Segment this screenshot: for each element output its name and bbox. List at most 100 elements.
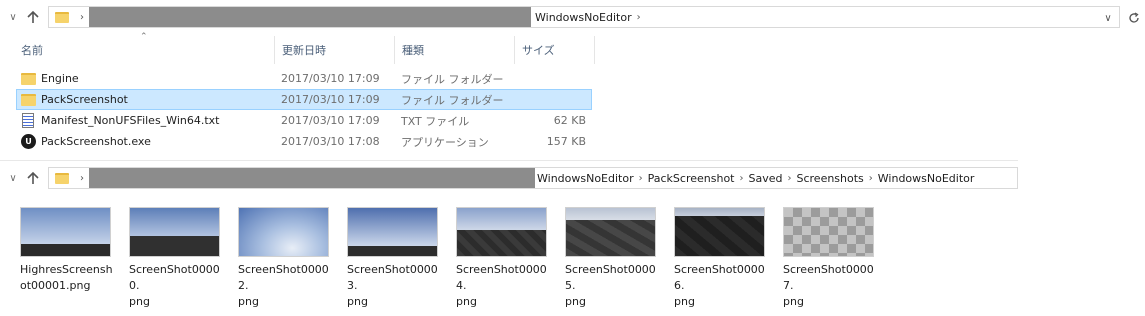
- up-arrow-icon[interactable]: [22, 6, 44, 28]
- file-row-packscreenshot[interactable]: PackScreenshot 2017/03/10 17:09 ファイル フォル…: [16, 89, 592, 110]
- bottom-address-bar[interactable]: › WindowsNoEditor › PackScreenshot › Sav…: [48, 167, 1018, 189]
- thumbnail-label: ScreenShot00002. png: [238, 262, 334, 310]
- file-name: Manifest_NonUFSFiles_Win64.txt: [41, 114, 220, 127]
- column-divider[interactable]: [594, 36, 595, 64]
- thumbnail-label-line1: ScreenShot00005.: [565, 263, 656, 292]
- column-divider[interactable]: [514, 36, 515, 64]
- folder-icon: [55, 11, 69, 23]
- thumbnail-label: ScreenShot00005. png: [565, 262, 661, 310]
- column-header-size[interactable]: サイズ: [522, 38, 592, 62]
- file-modified: 2017/03/10 17:09: [281, 114, 380, 127]
- breadcrumb-windowsnoeditor-2[interactable]: WindowsNoEditor: [878, 172, 975, 185]
- breadcrumb-packscreenshot[interactable]: PackScreenshot: [648, 172, 735, 185]
- thumbnail-item[interactable]: ScreenShot00006. png: [674, 207, 770, 310]
- refresh-icon[interactable]: [1126, 7, 1142, 29]
- file-size: 62 KB: [553, 114, 586, 127]
- thumbnail-label: ScreenShot00000. png: [129, 262, 225, 310]
- thumbnail-label-line2: png: [674, 295, 695, 308]
- folder-icon: [55, 172, 69, 184]
- redacted-path: [89, 168, 535, 188]
- thumbnail-label: HighresScreensh ot00001.png: [20, 262, 116, 294]
- file-row-engine[interactable]: Engine 2017/03/10 17:09 ファイル フォルダー: [16, 68, 592, 89]
- text-file-icon: [22, 113, 34, 128]
- thumbnail-label-line1: ScreenShot00004.: [456, 263, 547, 292]
- thumbnail-label-line2: png: [565, 295, 586, 308]
- file-modified: 2017/03/10 17:09: [281, 72, 380, 85]
- thumbnail-image: [783, 207, 874, 257]
- file-name: Engine: [41, 72, 79, 85]
- thumbnail-label-line1: ScreenShot00002.: [238, 263, 329, 292]
- file-row-manifest[interactable]: Manifest_NonUFSFiles_Win64.txt 2017/03/1…: [16, 110, 592, 131]
- file-row-exe[interactable]: U PackScreenshot.exe 2017/03/10 17:08 アプ…: [16, 131, 592, 152]
- breadcrumb-windowsnoeditor[interactable]: WindowsNoEditor: [535, 11, 632, 24]
- thumbnail-item[interactable]: ScreenShot00007. png: [783, 207, 879, 310]
- breadcrumb-separator-icon[interactable]: ›: [80, 12, 84, 23]
- unreal-app-icon: U: [21, 134, 36, 149]
- top-address-row: ∨: [4, 6, 44, 28]
- thumbnail-item[interactable]: HighresScreensh ot00001.png: [20, 207, 116, 294]
- file-type: TXT ファイル: [401, 114, 470, 128]
- thumbnail-label-line1: ScreenShot00007.: [783, 263, 874, 292]
- column-header-modified[interactable]: 更新日時: [282, 38, 392, 62]
- thumbnail-label-line1: ScreenShot00006.: [674, 263, 765, 292]
- file-type: ファイル フォルダー: [401, 72, 504, 86]
- file-name: PackScreenshot: [41, 93, 128, 106]
- thumbnail-label-line2: png: [783, 295, 804, 308]
- breadcrumb-separator-icon[interactable]: ›: [639, 173, 643, 184]
- file-type: アプリケーション: [401, 135, 489, 149]
- column-divider[interactable]: [274, 36, 275, 64]
- thumbnail-item[interactable]: ScreenShot00000. png: [129, 207, 225, 310]
- file-modified: 2017/03/10 17:09: [281, 93, 380, 106]
- thumbnail-image: [238, 207, 329, 257]
- file-modified: 2017/03/10 17:08: [281, 135, 380, 148]
- file-size: 157 KB: [546, 135, 586, 148]
- thumbnail-image: [456, 207, 547, 257]
- thumbnail-image: [565, 207, 656, 257]
- thumbnail-item[interactable]: ScreenShot00004. png: [456, 207, 552, 310]
- breadcrumb-saved[interactable]: Saved: [749, 172, 783, 185]
- thumbnail-label-line1: ScreenShot00003.: [347, 263, 438, 292]
- breadcrumb-separator-icon[interactable]: ›: [637, 12, 641, 23]
- thumbnail-item[interactable]: ScreenShot00003. png: [347, 207, 443, 310]
- file-name: PackScreenshot.exe: [41, 135, 151, 148]
- breadcrumb-separator-icon[interactable]: ›: [80, 173, 84, 184]
- column-modified-label: 更新日時: [282, 44, 326, 57]
- thumbnail-label-line1: ScreenShot00000.: [129, 263, 220, 292]
- up-arrow-icon[interactable]: [22, 167, 44, 189]
- column-divider[interactable]: [394, 36, 395, 64]
- recent-locations-chevron-icon[interactable]: ∨: [4, 6, 22, 28]
- thumbnail-label-line2: png: [347, 295, 368, 308]
- thumbnail-item[interactable]: ScreenShot00002. png: [238, 207, 334, 310]
- pane-divider: [0, 160, 1018, 161]
- top-address-bar[interactable]: › WindowsNoEditor › ∨: [48, 6, 1120, 28]
- file-type: ファイル フォルダー: [401, 93, 504, 107]
- column-type-label: 種類: [402, 44, 424, 57]
- breadcrumb-windowsnoeditor[interactable]: WindowsNoEditor: [537, 172, 634, 185]
- thumbnail-image: [674, 207, 765, 257]
- column-name-label: 名前: [21, 44, 43, 57]
- redacted-path: [89, 7, 531, 27]
- thumbnail-label-line2: png: [456, 295, 477, 308]
- folder-icon: [21, 93, 36, 106]
- breadcrumb-separator-icon[interactable]: ›: [787, 173, 791, 184]
- thumbnail-label-line1: HighresScreensh: [20, 263, 113, 276]
- breadcrumb-separator-icon[interactable]: ›: [869, 173, 873, 184]
- thumbnail-image: [20, 207, 111, 257]
- thumbnail-image: [347, 207, 438, 257]
- thumbnail-label: ScreenShot00004. png: [456, 262, 552, 310]
- bottom-address-row: ∨: [4, 167, 44, 189]
- column-header-name[interactable]: 名前: [21, 38, 271, 62]
- breadcrumb-screenshots[interactable]: Screenshots: [796, 172, 863, 185]
- breadcrumb-separator-icon[interactable]: ›: [740, 173, 744, 184]
- column-header-type[interactable]: 種類: [402, 38, 512, 62]
- thumbnail-label: ScreenShot00007. png: [783, 262, 879, 310]
- thumbnail-label: ScreenShot00003. png: [347, 262, 443, 310]
- address-dropdown-icon[interactable]: ∨: [1101, 7, 1115, 29]
- thumbnail-item[interactable]: ScreenShot00005. png: [565, 207, 661, 310]
- thumbnail-label: ScreenShot00006. png: [674, 262, 770, 310]
- folder-icon: [21, 72, 36, 85]
- thumbnail-label-line2: png: [129, 295, 150, 308]
- column-size-label: サイズ: [522, 44, 555, 57]
- recent-locations-chevron-icon[interactable]: ∨: [4, 167, 22, 189]
- thumbnail-label-line2: ot00001.png: [20, 279, 91, 292]
